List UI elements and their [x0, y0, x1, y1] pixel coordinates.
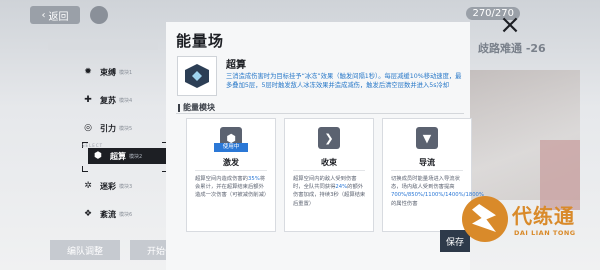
skill-name: 超算 [226, 60, 246, 71]
sun-icon: ✹ [84, 67, 92, 77]
background-home-icon [90, 6, 108, 24]
back-arrow-icon: ‹ [41, 9, 46, 21]
watermark-title: 代练通 [512, 204, 575, 228]
in-use-badge: 使用中 [214, 143, 248, 152]
desc-highlight: 24% [335, 184, 348, 191]
module-card-jifa[interactable]: ⬢ 使用中 激发 超算空间内造成伤害的35%将会累计，并在超算结束后额外造成一次… [186, 118, 276, 232]
desc-highlight: 35% [247, 176, 260, 182]
module-card-divider [391, 170, 463, 171]
skill-item-micai[interactable]: ✲ 迷彩 模块3 [82, 178, 168, 194]
skill-item-level: 模块6 [119, 211, 133, 218]
skill-item-label: 迷彩 [100, 181, 116, 191]
skill-item-label: 超算 [110, 151, 126, 161]
skill-description: 三消造成伤害时为目标挂予“冰冻”效果（触发间隔1秒）。每层减缓10%移动速度，最… [226, 73, 462, 89]
swirl-icon: ✲ [84, 181, 92, 191]
skill-icon-frame [177, 56, 217, 96]
module-card-desc: 超算空间内造成伤害的35%将会累计，并在超算结束后额外造成一次伤害（可被减伤削减… [195, 175, 269, 200]
desc-text: 的属性伤害 [391, 200, 418, 207]
module-cards: ⬢ 使用中 激发 超算空间内造成伤害的35%将会累计，并在超算结束后额外造成一次… [186, 118, 484, 232]
panel-title: 能量场 [176, 32, 225, 50]
save-button[interactable]: 保存 [440, 230, 470, 252]
module-card-title: 导流 [419, 158, 435, 167]
select-hint: SELECT [82, 143, 104, 148]
module-card-desc: 超算空间内的敌人受到伤害时，全队共同获得24%的额外伤害加成，持续3秒（超算结束… [293, 175, 367, 208]
module-divider [176, 113, 464, 114]
background-stage-title: 歧路难通 -26 [478, 42, 546, 55]
skill-item-label: 引力 [100, 123, 116, 133]
module-card-divider [195, 170, 267, 171]
target-icon: ◎ [84, 123, 92, 133]
skill-item-level: 模块5 [119, 125, 133, 132]
module-header-bar [178, 103, 180, 112]
skill-item-level: 模块3 [119, 183, 133, 190]
skill-item-level: 模块4 [119, 97, 133, 104]
back-label: 返回 [48, 11, 69, 23]
module-card-shoushu[interactable]: ❯ 收束 超算空间内的敌人受到伤害时，全队共同获得24%的额外伤害加成，持续3秒… [284, 118, 374, 232]
skill-item-level: 模块2 [129, 153, 143, 160]
skill-item-label: 紊流 [100, 209, 116, 219]
background-team-button: 编队调整 [50, 240, 120, 260]
cross-icon: ✚ [84, 95, 92, 105]
skill-item-wenliu[interactable]: ❖ 紊流 模块6 [82, 206, 168, 222]
watermark-subtitle: DAI LIAN TONG [514, 229, 576, 237]
skill-item-yinli[interactable]: ◎ 引力 模块5 [82, 120, 168, 136]
flow-icon: ❖ [83, 209, 93, 219]
module-card-desc: 切换成员时能量场进入导流状态，场内敌人受到伤害提高700%/850%/1100%… [391, 175, 484, 208]
module-card-daoliu[interactable]: ▼ 导流 切换成员时能量场进入导流状态，场内敌人受到伤害提高700%/850%/… [382, 118, 484, 232]
down-arrow-icon: ▼ [416, 127, 438, 149]
desc-text: 切换成员时能量场进入导流状态，场内敌人受到伤害提高 [391, 176, 460, 191]
skill-item-label: 复苏 [100, 95, 116, 105]
skill-item-label: 束缚 [100, 67, 116, 77]
close-button[interactable]: × [498, 12, 522, 38]
module-card-divider [293, 170, 365, 171]
diamond-arrow-icon: ❯ [318, 127, 340, 149]
module-header-label: 能量模块 [183, 103, 215, 112]
skill-item-chaosuan[interactable]: ⬢ 超算 模块2 [88, 148, 168, 164]
module-card-title: 收束 [321, 158, 337, 167]
energy-field-panel: 能量场 超算 三消造成伤害时为目标挂予“冰冻”效果（触发间隔1秒）。每层减缓10… [166, 22, 484, 270]
module-card-title: 激发 [223, 158, 239, 167]
background-side-strip [48, 42, 158, 50]
hex-icon: ⬢ [94, 151, 102, 161]
module-header: 能量模块 [178, 102, 215, 113]
desc-text: 超算空间内造成伤害的 [195, 176, 248, 182]
skill-item-level: 模块1 [119, 69, 133, 76]
background-back-button: ‹ 返回 [30, 6, 80, 24]
skill-item-fusu[interactable]: ✚ 复苏 模块4 [82, 92, 168, 108]
selection-bracket-bl [82, 166, 88, 172]
desc-highlight: 700%/850%/1100%/1400%/1800% [391, 192, 484, 199]
watermark-logo-icon [462, 196, 508, 242]
skill-item-shufu[interactable]: ✹ 束缚 模块1 [82, 64, 168, 80]
hex-crystal-icon [185, 64, 209, 88]
